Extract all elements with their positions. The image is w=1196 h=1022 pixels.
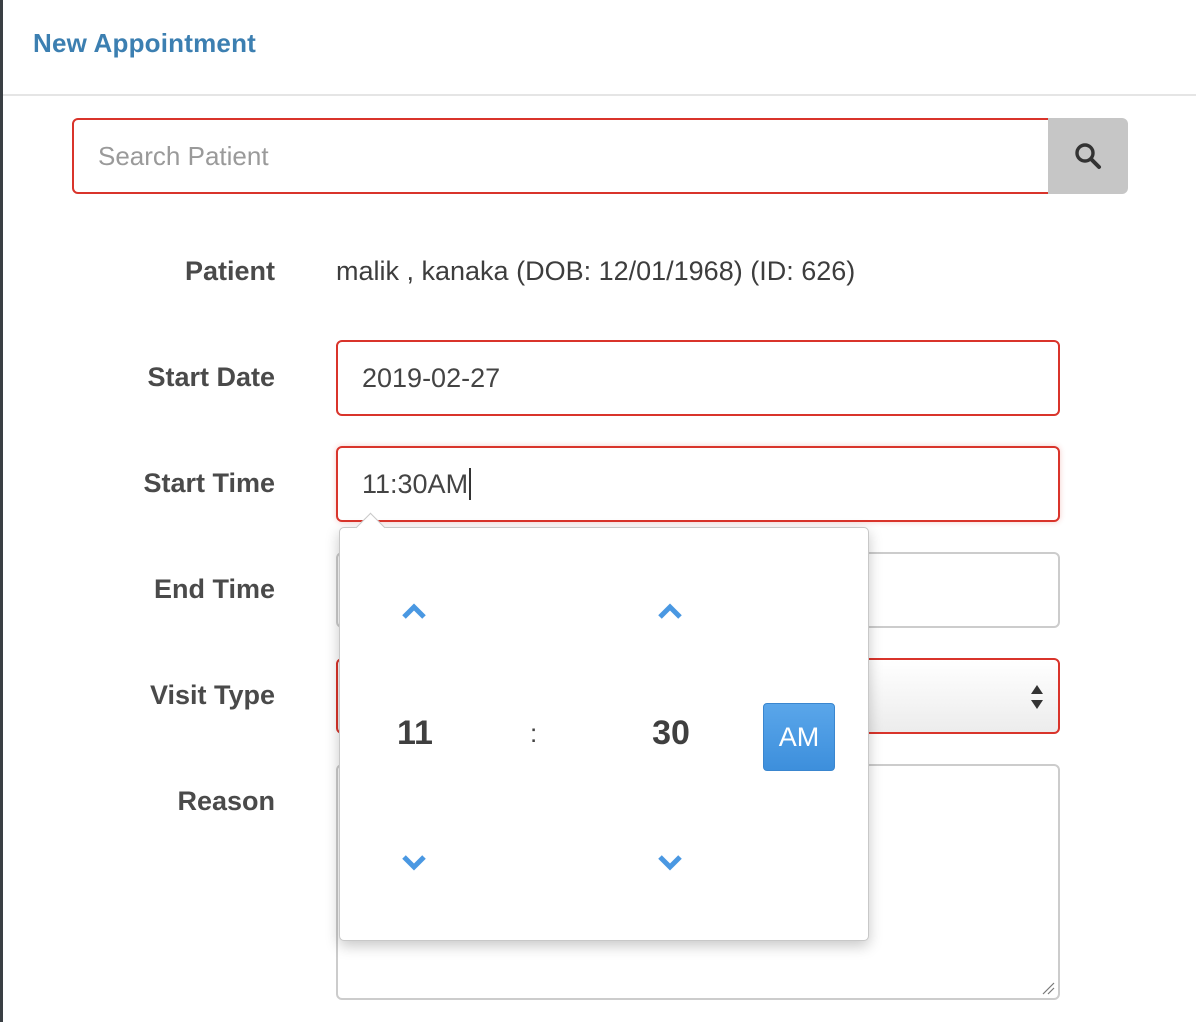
search-patient-input[interactable] (72, 118, 1050, 194)
text-caret (469, 468, 472, 500)
modal-header: New Appointment (3, 0, 1196, 96)
visit-type-label: Visit Type (149, 680, 275, 710)
start-time-value: 11:30AM (362, 468, 469, 499)
patient-value: malik , kanaka (DOB: 12/01/1968) (ID: 62… (336, 256, 856, 286)
increment-minute-button[interactable] (650, 596, 690, 626)
start-date-value: 2019-02-27 (362, 362, 501, 393)
time-picker-popup: 11 : 30 AM (339, 512, 869, 941)
start-date-field[interactable]: 2019-02-27 (336, 340, 1060, 416)
chevron-down-icon (658, 855, 682, 871)
new-appointment-modal: New Appointment Patient malik , kanaka (… (3, 0, 1196, 1022)
meridian-toggle-button[interactable]: AM (763, 703, 835, 771)
minute-value[interactable]: 30 (631, 714, 711, 753)
hour-value[interactable]: 11 (375, 714, 455, 753)
end-time-label: End Time (153, 574, 275, 604)
increment-hour-button[interactable] (394, 596, 434, 626)
search-icon (1075, 143, 1101, 169)
patient-search-group (72, 118, 1128, 194)
resize-grip-icon[interactable] (1041, 981, 1055, 995)
chevron-up-icon (658, 603, 682, 619)
patient-label: Patient (184, 256, 275, 286)
chevron-up-icon (402, 603, 426, 619)
reason-label: Reason (177, 786, 275, 816)
chevron-down-icon (402, 855, 426, 871)
decrement-minute-button[interactable] (650, 848, 690, 878)
start-date-label: Start Date (147, 362, 275, 392)
select-arrows-icon (1031, 685, 1043, 709)
start-time-label: Start Time (143, 468, 275, 498)
modal-title: New Appointment (33, 28, 257, 58)
time-separator: : (530, 718, 538, 748)
decrement-hour-button[interactable] (394, 848, 434, 878)
start-time-field[interactable]: 11:30AM (336, 446, 1060, 522)
search-button[interactable] (1048, 118, 1128, 194)
